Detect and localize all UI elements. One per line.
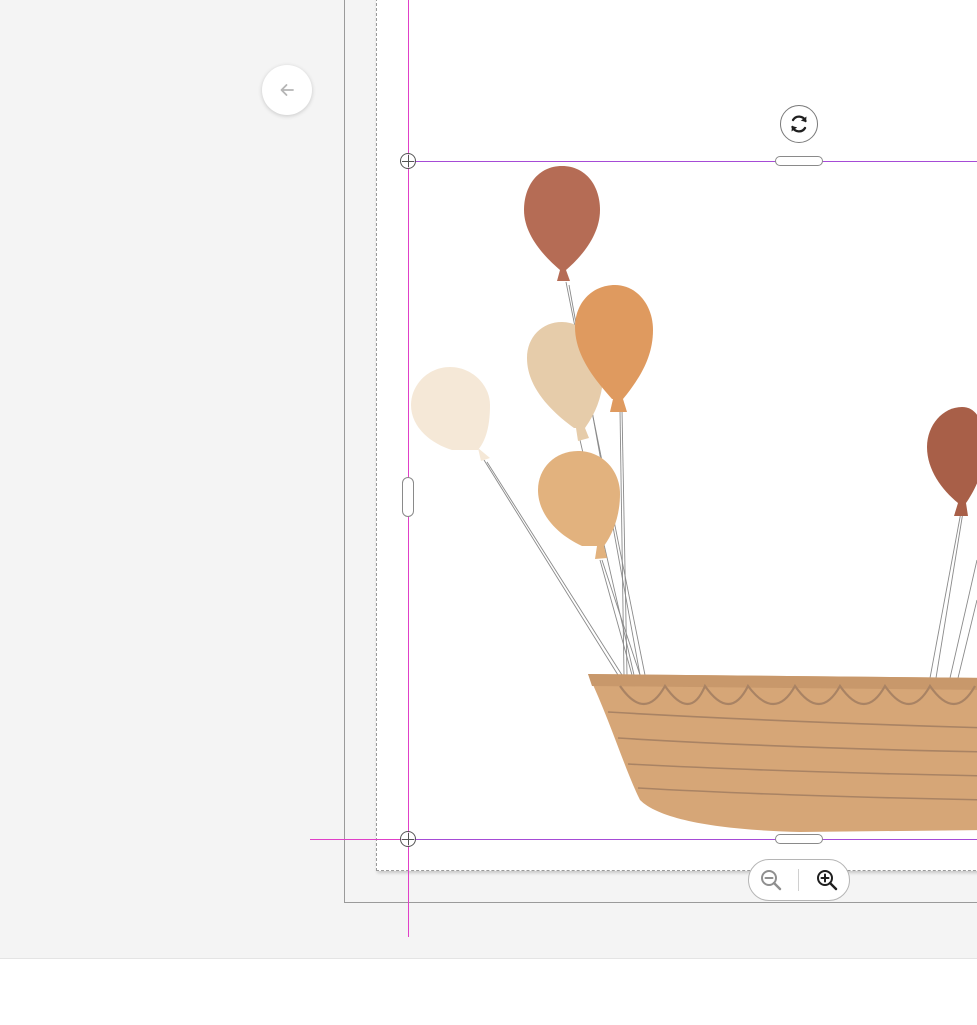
resize-handle-bottom-left[interactable] xyxy=(400,831,416,847)
resize-handle-top[interactable] xyxy=(775,156,823,166)
resize-handle-left[interactable] xyxy=(402,477,414,517)
balloon-tan xyxy=(538,451,620,559)
rotate-icon xyxy=(791,115,807,133)
zoom-out-icon xyxy=(761,870,782,891)
zoom-in-button[interactable] xyxy=(810,863,844,897)
zoom-controls xyxy=(748,859,850,901)
resize-handle-top-left[interactable] xyxy=(400,153,416,169)
selection-top-edge xyxy=(408,161,977,162)
bottom-toolbar xyxy=(0,958,977,1025)
selected-image[interactable] xyxy=(408,161,977,839)
rotate-button[interactable] xyxy=(780,105,818,143)
balloon-rust-right xyxy=(927,407,977,516)
snap-guide-vertical xyxy=(408,0,409,937)
selection-bottom-edge xyxy=(408,839,977,840)
arrow-left-icon xyxy=(280,84,294,96)
snap-guide-horizontal xyxy=(310,839,410,840)
balloon-rust xyxy=(524,166,600,281)
boat xyxy=(588,674,977,832)
back-button[interactable] xyxy=(262,65,312,115)
balloon-boat-illustration xyxy=(411,166,977,832)
zoom-divider xyxy=(798,869,800,891)
balloon-cream xyxy=(411,367,490,461)
zoom-in-icon xyxy=(816,870,838,891)
zoom-out-button[interactable] xyxy=(754,863,788,897)
resize-handle-bottom[interactable] xyxy=(775,834,823,844)
